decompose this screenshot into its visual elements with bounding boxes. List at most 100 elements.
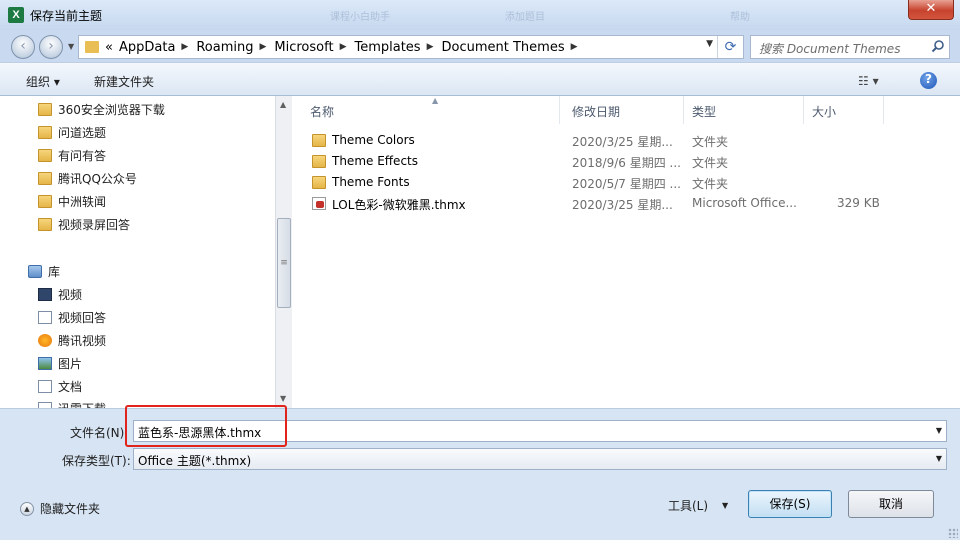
search-input[interactable]: 搜索 Document Themes — [759, 40, 900, 57]
sidebar-item-folder[interactable]: 腾讯QQ公众号 — [38, 170, 137, 187]
filename-label: 文件名(N): — [70, 426, 129, 440]
close-button[interactable]: ✕ — [908, 0, 954, 20]
sidebar-scrollbar[interactable]: ▲ ≡ ▼ — [275, 96, 292, 408]
file-type: 文件夹 — [692, 177, 729, 191]
sidebar-item-videos[interactable]: 视频 — [38, 286, 82, 303]
view-options-icon[interactable]: ☷ ▾ — [858, 74, 879, 88]
sidebar-item-label: 视频录屏回答 — [58, 218, 131, 232]
documents-library-icon — [38, 380, 52, 393]
save-button[interactable]: 保存(S) — [748, 490, 832, 518]
filetype-select[interactable]: Office 主题(*.thmx) ▼ — [133, 448, 947, 470]
breadcrumb-separator[interactable]: ▶ — [340, 42, 347, 52]
folder-icon — [38, 172, 52, 185]
breadcrumb-document-themes[interactable]: Document Themes — [442, 40, 565, 55]
sidebar-item-video-answers[interactable]: 视频回答 — [38, 309, 106, 326]
search-box[interactable]: 搜索 Document Themes — [750, 35, 950, 59]
file-row[interactable]: Theme Fonts 2020/5/7 星期四 ... 文件夹 — [292, 172, 960, 193]
new-folder-button[interactable]: 新建文件夹 — [94, 73, 154, 90]
filetype-dropdown-icon[interactable]: ▼ — [936, 454, 942, 463]
breadcrumb-templates[interactable]: Templates — [354, 40, 420, 55]
sidebar-item-label: 视频 — [58, 288, 83, 302]
scrollbar-thumb[interactable]: ≡ — [277, 218, 291, 308]
sidebar-item-label: 问道选题 — [58, 126, 107, 140]
breadcrumb-overflow[interactable]: « — [105, 40, 113, 55]
navigation-pane: 360安全浏览器下载 问道选题 有问有答 腾讯QQ公众号 中洲轶闻 视频录屏回答… — [0, 96, 275, 408]
column-header-size[interactable]: 大小 — [804, 96, 884, 124]
sidebar-item-label: 图片 — [58, 357, 83, 371]
sidebar-item-label: 视频回答 — [58, 311, 107, 325]
background-ghost-text: 课程小白助手 — [330, 12, 390, 23]
scroll-down-icon[interactable]: ▼ — [280, 394, 286, 403]
sidebar-item-folder[interactable]: 问道选题 — [38, 124, 106, 141]
help-icon[interactable]: ? — [920, 72, 937, 89]
address-bar[interactable]: « AppData ▶ Roaming ▶ Microsoft ▶ Templates… — [78, 35, 744, 59]
file-name: LOL色彩-微软雅黑.thmx — [332, 198, 466, 212]
sidebar-item-folder[interactable]: 360安全浏览器下载 — [38, 101, 165, 118]
resize-grip[interactable] — [948, 528, 958, 538]
file-name: Theme Effects — [332, 154, 418, 168]
filename-dropdown-icon[interactable]: ▼ — [936, 426, 942, 435]
cancel-button[interactable]: 取消 — [848, 490, 934, 518]
breadcrumb-separator[interactable]: ▶ — [181, 42, 188, 52]
folder-icon — [312, 176, 326, 189]
folder-icon — [38, 149, 52, 162]
back-button[interactable]: ‹ — [11, 35, 35, 59]
sidebar-item-library[interactable]: 库 — [28, 263, 60, 280]
sidebar-item-label: 有问有答 — [58, 149, 107, 163]
breadcrumb-separator[interactable]: ▶ — [259, 42, 266, 52]
forward-button[interactable]: › — [39, 35, 63, 59]
column-header-type[interactable]: 类型 — [684, 96, 804, 124]
filetype-value: Office 主题(*.thmx) — [138, 454, 252, 468]
sidebar-item-pictures[interactable]: 图片 — [38, 355, 82, 372]
sidebar-item-folder[interactable]: 视频录屏回答 — [38, 216, 130, 233]
refresh-icon: ⟳ — [724, 39, 737, 55]
breadcrumb-separator[interactable]: ▶ — [571, 42, 578, 52]
breadcrumb-roaming[interactable]: Roaming — [196, 40, 253, 55]
title-bar: X 保存当前主题 课程小白助手 添加题目 帮助 ✕ — [0, 0, 960, 30]
tools-button[interactable]: 工具(L) — [668, 497, 708, 514]
file-row[interactable]: Theme Colors 2020/3/25 星期... 文件夹 — [292, 130, 960, 151]
address-history-dropdown[interactable]: ▼ — [706, 39, 713, 49]
file-type: 文件夹 — [692, 156, 729, 170]
scroll-up-icon[interactable]: ▲ — [280, 100, 286, 109]
sidebar-item-label: 库 — [48, 265, 61, 279]
tools-dropdown-icon[interactable]: ▼ — [722, 501, 728, 510]
excel-app-icon: X — [8, 7, 24, 23]
folder-icon — [38, 103, 52, 116]
breadcrumb-appdata[interactable]: AppData — [119, 40, 175, 55]
sidebar-item-folder[interactable]: 有问有答 — [38, 147, 106, 164]
folder-icon — [38, 311, 52, 324]
search-icon — [931, 40, 944, 53]
breadcrumb-separator[interactable]: ▶ — [427, 42, 434, 52]
sidebar-item-label: 中洲轶闻 — [58, 195, 107, 209]
file-row[interactable]: LOL色彩-微软雅黑.thmx 2020/3/25 星期... Microsof… — [292, 193, 960, 214]
folder-icon — [85, 41, 99, 53]
file-row[interactable]: Theme Effects 2018/9/6 星期四 ... 文件夹 — [292, 151, 960, 172]
column-header-name[interactable]: 名称 — [302, 96, 560, 124]
thmx-file-icon — [312, 197, 326, 210]
sidebar-item-folder[interactable]: 中洲轶闻 — [38, 193, 106, 210]
filename-highlight — [125, 405, 287, 447]
hide-folders-toggle[interactable]: ▲ 隐藏文件夹 — [20, 500, 100, 517]
column-header-modified[interactable]: 修改日期 — [564, 96, 684, 124]
file-size: 329 KB — [837, 196, 880, 210]
sidebar-item-downloads[interactable]: 迅雷下载 — [38, 400, 106, 408]
background-ghost-text: 添加题目 — [505, 12, 545, 23]
file-modified: 2020/5/7 星期四 ... — [572, 177, 681, 191]
file-type: Microsoft Office... — [692, 196, 797, 210]
refresh-button[interactable]: ⟳ — [717, 36, 743, 58]
file-modified: 2020/3/25 星期... — [572, 198, 673, 212]
sidebar-item-label: 迅雷下载 — [58, 400, 106, 408]
sidebar-item-documents[interactable]: 文档 — [38, 378, 82, 395]
sidebar-item-label: 腾讯QQ公众号 — [58, 172, 137, 186]
folder-icon — [312, 134, 326, 147]
recent-locations-dropdown[interactable]: ▼ — [68, 42, 74, 51]
toolbar: 组织 ▾ 新建文件夹 ☷ ▾ ? — [0, 62, 960, 96]
sidebar-item-tencent-video[interactable]: 腾讯视频 — [38, 332, 106, 349]
background-ghost-text: 帮助 — [730, 12, 750, 23]
organize-button[interactable]: 组织 ▾ — [26, 73, 60, 90]
folder-icon — [38, 218, 52, 231]
sidebar-item-label: 文档 — [58, 380, 83, 394]
breadcrumb-microsoft[interactable]: Microsoft — [274, 40, 333, 55]
sidebar-item-label: 360安全浏览器下载 — [58, 103, 165, 117]
